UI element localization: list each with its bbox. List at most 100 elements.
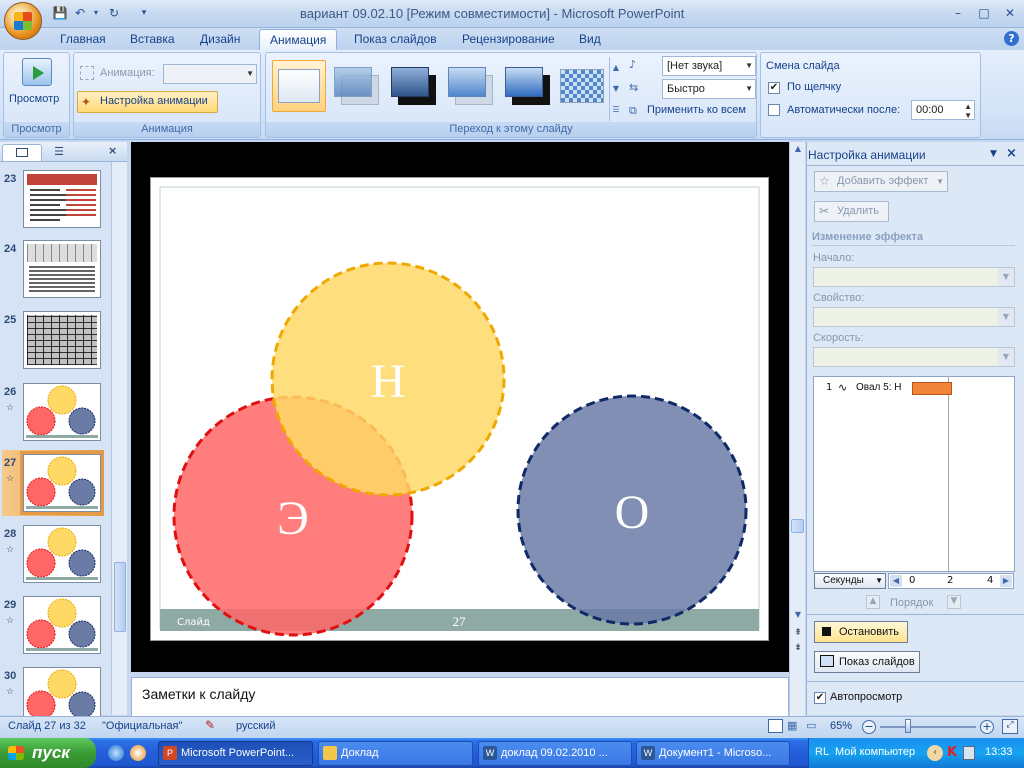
antivirus-icon[interactable]: K xyxy=(947,745,957,760)
maximize-button[interactable]: □ xyxy=(972,4,996,22)
timeline-right-icon[interactable]: ▶ xyxy=(1000,575,1012,587)
panel-close-icon[interactable]: × xyxy=(108,144,122,158)
slide-thumbnail[interactable] xyxy=(23,311,101,369)
transition-none[interactable] xyxy=(272,60,326,112)
auto-after-checkbox[interactable] xyxy=(768,104,780,116)
slide-scroll-thumb[interactable] xyxy=(791,519,804,533)
animate-dropdown[interactable]: ▼ xyxy=(163,64,257,84)
preview-button[interactable]: Просмотр xyxy=(9,93,59,105)
order-down-icon[interactable]: ▼ xyxy=(947,595,961,609)
animation-list-item[interactable]: 1 ∿ Овал 5: Н xyxy=(814,379,1014,397)
slide-thumbnail[interactable] xyxy=(23,596,101,654)
slide-thumbnail[interactable] xyxy=(23,240,101,298)
tab-home[interactable]: Главная xyxy=(50,29,116,50)
order-up-icon[interactable]: ▲ xyxy=(866,595,880,609)
office-button[interactable] xyxy=(4,2,42,40)
remove-button[interactable]: ✂ Удалить xyxy=(814,201,889,222)
slide-thumbnail[interactable] xyxy=(20,451,104,515)
task-pane-menu-icon[interactable]: ▼ xyxy=(990,149,997,159)
transition-fade-black[interactable] xyxy=(387,60,441,112)
slide-scrollbar[interactable]: ▲ ▼ ⇞ ⇟ xyxy=(789,142,805,717)
gallery-more-icon[interactable]: ☰ xyxy=(610,99,622,120)
zoom-in-icon[interactable]: + xyxy=(980,720,994,734)
notes-pane[interactable]: Заметки к слайду xyxy=(131,677,789,717)
on-click-checkbox[interactable]: ✔ xyxy=(768,82,780,94)
property-dropdown[interactable]: ▼ xyxy=(813,307,1015,327)
transition-cut-black[interactable] xyxy=(501,60,555,112)
slide-thumbnail[interactable] xyxy=(23,383,101,441)
tab-slideshow[interactable]: Показ слайдов xyxy=(344,29,447,50)
tab-animation[interactable]: Анимация xyxy=(259,29,338,50)
spellcheck-icon[interactable]: ✎ xyxy=(205,718,215,732)
zoom-slider-thumb[interactable] xyxy=(905,719,911,733)
zoom-out-icon[interactable]: − xyxy=(862,720,876,734)
undo-icon[interactable]: ↶ xyxy=(72,5,88,21)
tab-review[interactable]: Рецензирование xyxy=(452,29,565,50)
prev-slide-icon[interactable]: ⇞ xyxy=(792,628,804,640)
taskbar-task[interactable]: Wдоклад 09.02.2010 ... xyxy=(478,741,632,766)
zoom-level[interactable]: 65% xyxy=(830,720,852,732)
gallery-scroll[interactable]: ▲ ▼ ☰ xyxy=(609,57,622,121)
transition-cut[interactable] xyxy=(444,60,498,112)
timeline-ruler[interactable]: ◀ 0 2 4 ▶ xyxy=(888,573,1014,589)
tray-expand-icon[interactable]: ‹ xyxy=(927,745,943,761)
fit-to-window-icon[interactable]: ⤢ xyxy=(1002,719,1018,734)
animation-list[interactable]: 1 ∿ Овал 5: Н xyxy=(813,376,1015,572)
timeline-bar[interactable] xyxy=(912,382,952,395)
spin-icon[interactable]: ▲ ▼ xyxy=(964,102,972,120)
scroll-up-icon[interactable]: ▲ xyxy=(610,57,622,78)
timeline-left-icon[interactable]: ◀ xyxy=(890,575,902,587)
scroll-down-icon[interactable]: ▼ xyxy=(792,610,804,622)
zoom-slider[interactable] xyxy=(880,726,976,728)
media-player-icon[interactable] xyxy=(130,745,146,761)
minimize-button[interactable]: – xyxy=(946,4,970,22)
transition-fade-smooth[interactable] xyxy=(330,60,384,112)
my-computer-label[interactable]: Мой компьютер xyxy=(835,746,915,758)
tab-outline[interactable]: ☰ xyxy=(44,145,74,161)
language[interactable]: русский xyxy=(236,720,275,732)
thumbs-scroll-thumb[interactable] xyxy=(114,562,126,632)
scroll-down-icon[interactable]: ▼ xyxy=(610,78,622,99)
speed-dropdown[interactable]: Быстро ▼ xyxy=(662,79,756,99)
scroll-up-icon[interactable]: ▲ xyxy=(792,144,804,156)
thumbs-scrollbar[interactable] xyxy=(111,162,127,715)
apply-all-button[interactable]: Применить ко всем xyxy=(647,104,746,116)
add-effect-button[interactable]: ☆ Добавить эффект ▼ xyxy=(814,171,948,192)
seconds-dropdown[interactable]: Секунды ▼ xyxy=(814,573,886,589)
task-pane-close-icon[interactable]: × xyxy=(1006,146,1017,161)
redo-icon[interactable]: ↻ xyxy=(106,5,122,21)
auto-after-time[interactable]: 00:00 ▲ ▼ xyxy=(911,100,975,120)
start-dropdown[interactable]: ▼ xyxy=(813,267,1015,287)
theme-name[interactable]: "Официальная" xyxy=(102,720,182,732)
sorter-view-icon[interactable]: ▦ xyxy=(787,719,802,733)
tab-view[interactable]: Вид xyxy=(569,29,611,50)
close-button[interactable]: ✕ xyxy=(998,4,1022,22)
custom-animation-button[interactable]: ✦ Настройка анимации xyxy=(77,91,218,113)
stop-button[interactable]: Остановить xyxy=(814,621,908,643)
slideshow-view-icon[interactable]: ▭ xyxy=(806,719,821,733)
normal-view-icon[interactable] xyxy=(768,719,783,733)
next-slide-icon[interactable]: ⇟ xyxy=(792,643,804,655)
slideshow-button[interactable]: Показ слайдов xyxy=(814,651,920,673)
slide-thumbnail[interactable] xyxy=(23,170,101,228)
ie-icon[interactable] xyxy=(108,745,124,761)
start-button[interactable]: пуск xyxy=(0,738,96,768)
undo-dropdown-icon[interactable]: ▾ xyxy=(88,5,104,21)
effect-speed-dropdown[interactable]: ▼ xyxy=(813,347,1015,367)
transition-dissolve[interactable] xyxy=(556,60,610,112)
help-icon[interactable]: ? xyxy=(1004,31,1019,46)
tab-slides[interactable] xyxy=(2,144,42,161)
taskbar-task[interactable]: W Документ1 - Microso... xyxy=(636,741,790,766)
tab-design[interactable]: Дизайн xyxy=(190,29,250,50)
tab-insert[interactable]: Вставка xyxy=(120,29,185,50)
preview-icon[interactable] xyxy=(22,58,52,86)
tray-device-icon[interactable] xyxy=(963,746,975,760)
save-icon[interactable]: 💾 xyxy=(52,5,68,21)
sound-dropdown[interactable]: [Нет звука] ▼ xyxy=(662,56,756,76)
customize-qat-icon[interactable]: ▾ xyxy=(136,5,152,21)
autopreview-checkbox[interactable]: ✔ xyxy=(814,692,826,704)
keyboard-lang[interactable]: RL xyxy=(815,746,829,758)
slide-thumbnail[interactable] xyxy=(23,525,101,583)
taskbar-task[interactable]: Доклад xyxy=(318,741,473,766)
taskbar-task[interactable]: P Microsoft PowerPoint... xyxy=(158,741,313,766)
